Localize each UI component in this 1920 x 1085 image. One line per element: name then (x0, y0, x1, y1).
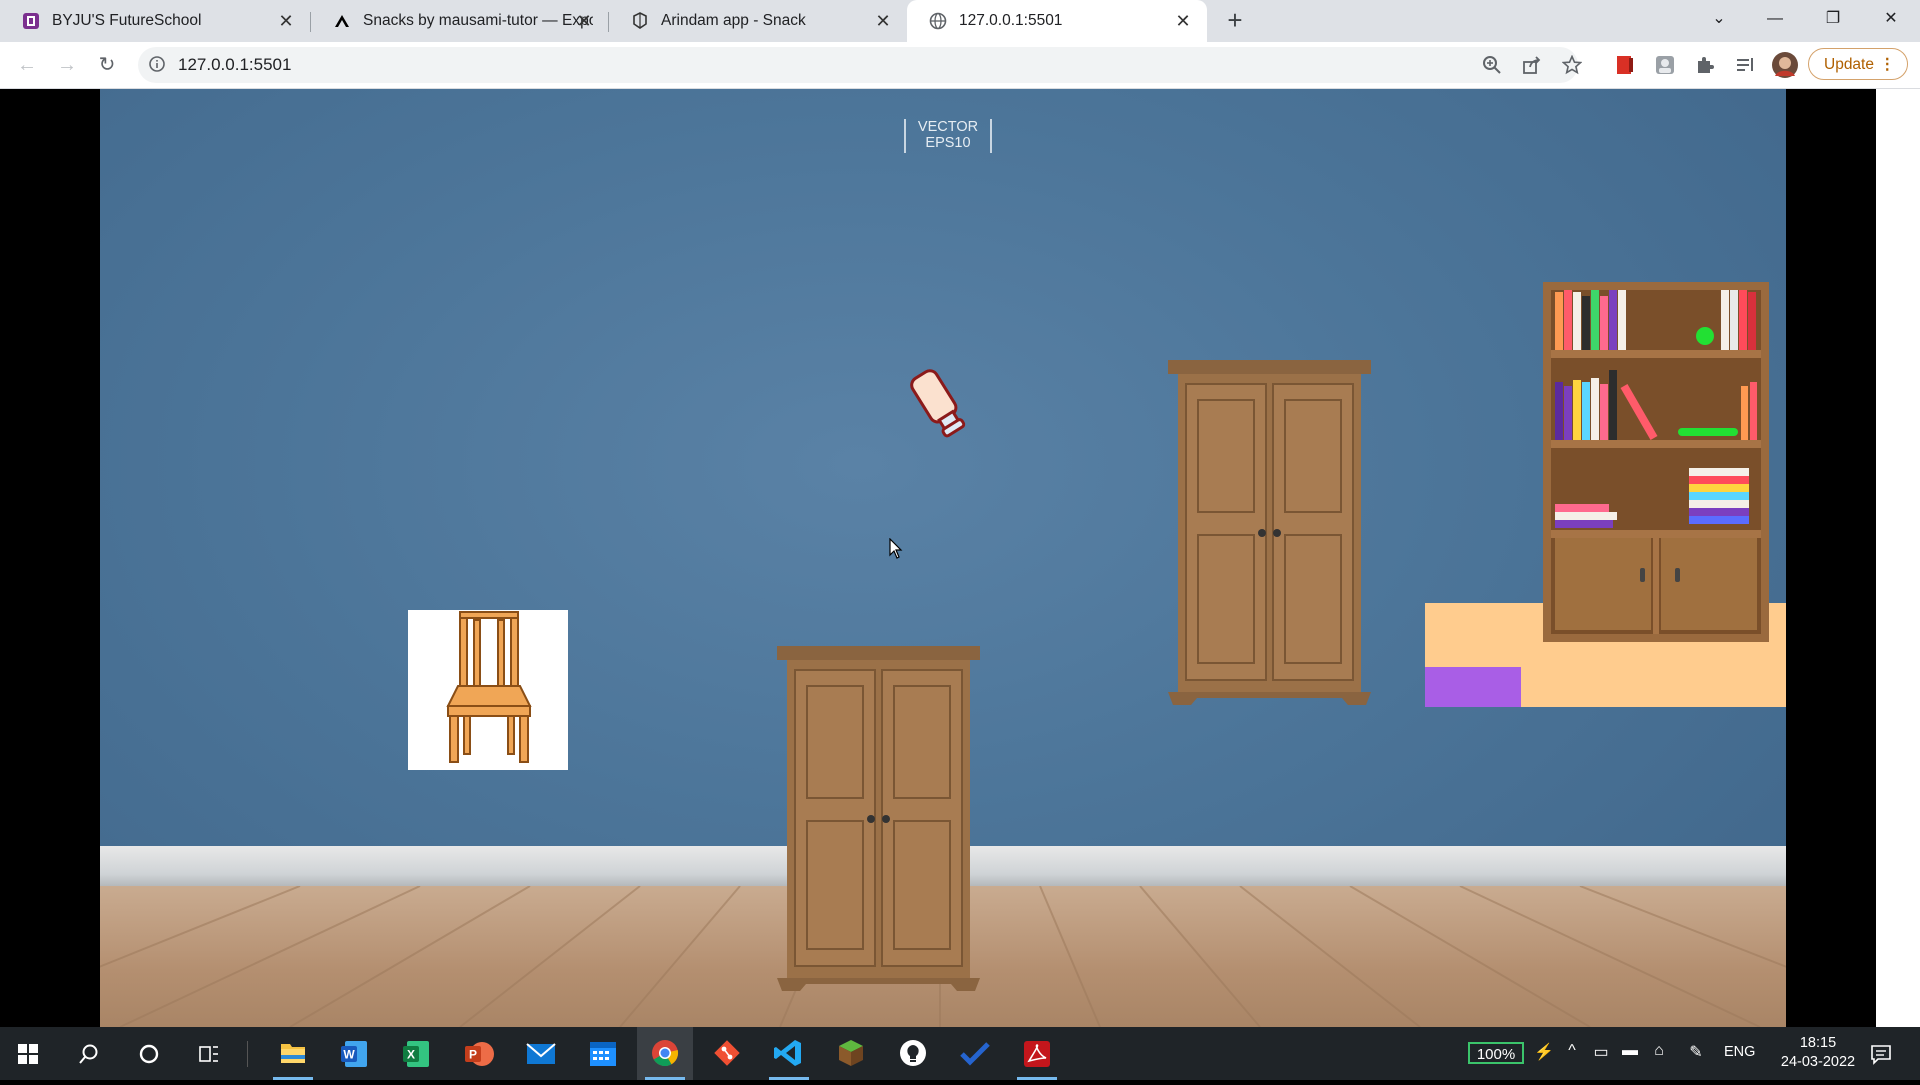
tab-title: 127.0.0.1:5501 (959, 12, 1063, 29)
extensions-puzzle-icon[interactable] (1695, 55, 1715, 75)
calendar-icon[interactable] (575, 1027, 631, 1080)
globe-icon (929, 12, 947, 30)
close-tab-icon[interactable]: ✕ (1173, 11, 1193, 31)
chair-drawing (446, 611, 532, 763)
file-explorer-icon[interactable] (265, 1027, 321, 1080)
task-view-icon[interactable] (198, 1043, 220, 1065)
minecraft-icon[interactable] (823, 1027, 879, 1080)
purple-box[interactable] (1425, 667, 1521, 707)
page-viewport: VECTOR EPS10 (0, 89, 1920, 1027)
pen-icon[interactable]: ✎ (1685, 1042, 1707, 1062)
chrome-icon[interactable] (637, 1027, 693, 1080)
update-label: Update (1824, 56, 1874, 73)
update-button[interactable]: Update ⋮ (1808, 48, 1908, 80)
svg-text:X: X (407, 1048, 415, 1062)
reload-icon[interactable]: ↻ (94, 52, 120, 78)
tab-title: Arindam app - Snack (661, 12, 806, 29)
close-tab-icon[interactable]: ✕ (873, 11, 893, 31)
milk-bottle[interactable] (906, 361, 976, 451)
tab-search-chevron-icon[interactable]: ⌄ (1696, 0, 1742, 38)
svg-text:P: P (469, 1048, 477, 1062)
more-menu-icon: ⋮ (1879, 56, 1896, 73)
mail-icon[interactable] (513, 1027, 569, 1080)
bookmark-star-icon[interactable] (1562, 55, 1582, 75)
extension-profile-icon[interactable] (1655, 55, 1675, 75)
chair[interactable] (408, 610, 568, 770)
excel-icon[interactable]: X (389, 1027, 445, 1080)
reading-list-icon[interactable] (1735, 55, 1755, 75)
windows-taskbar: W X P 100% ⚡ ^ ▭ ▬ ⌂ ✎ ENG 18:15 24-03-2… (0, 1027, 1920, 1080)
network-icon[interactable]: ⌂ (1648, 1042, 1670, 1060)
byjus-icon (23, 13, 39, 29)
close-tab-icon[interactable]: ✕ (276, 11, 296, 31)
url-text: 127.0.0.1:5501 (178, 55, 292, 74)
battery-percentage[interactable]: 100% (1468, 1042, 1524, 1064)
forward-arrow-icon[interactable]: → (54, 52, 80, 78)
snack-icon (633, 12, 647, 29)
todo-icon[interactable] (947, 1027, 1003, 1080)
mouse-cursor (889, 538, 903, 559)
back-arrow-icon[interactable]: ← (14, 52, 40, 78)
tab-title: BYJU'S FutureSchool (52, 12, 202, 29)
close-window-button[interactable]: ✕ (1868, 0, 1914, 38)
watermark-line2: EPS10 (925, 135, 971, 151)
address-bar[interactable]: 127.0.0.1:5501 (138, 47, 1582, 83)
bulb-app-icon[interactable] (885, 1027, 941, 1080)
new-tab-button[interactable]: + (1222, 7, 1248, 34)
notifications-icon[interactable] (1870, 1043, 1892, 1065)
power-plug-icon[interactable]: ⚡ (1533, 1042, 1555, 1062)
svg-text:W: W (343, 1048, 355, 1062)
tab-strip: BYJU'S FutureSchool ✕ Snacks by mausami-… (0, 0, 1920, 42)
clock-time: 18:15 (1799, 1035, 1837, 1051)
chevron-up-icon[interactable]: ^ (1561, 1042, 1583, 1060)
browser-toolbar: ← → ↻ 127.0.0.1:5501 Update ⋮ (0, 42, 1920, 89)
bookshelf[interactable] (1543, 282, 1769, 642)
minimize-button[interactable]: — (1752, 0, 1798, 38)
tab-byjus[interactable]: BYJU'S FutureSchool ✕ (0, 0, 310, 42)
zoom-icon[interactable] (1482, 55, 1502, 75)
battery-icon[interactable]: ▬ (1619, 1042, 1641, 1060)
wardrobe-upper[interactable] (1168, 360, 1371, 705)
game-canvas[interactable]: VECTOR EPS10 (100, 89, 1786, 1027)
meet-now-icon[interactable]: ▭ (1590, 1042, 1612, 1062)
wardrobe-lower[interactable] (777, 646, 980, 991)
avatar[interactable] (1771, 51, 1799, 79)
search-icon[interactable] (78, 1043, 100, 1065)
git-icon[interactable] (699, 1027, 755, 1080)
tab-localhost[interactable]: 127.0.0.1:5501 ✕ (907, 0, 1207, 42)
tab-title: Snacks by mausami-tutor — Expo (363, 12, 593, 29)
tab-expo-snacks[interactable]: Snacks by mausami-tutor — Expo ✕ (311, 0, 608, 42)
taskbar-divider (247, 1041, 248, 1067)
word-icon[interactable]: W (327, 1027, 383, 1080)
close-tab-icon[interactable]: ✕ (574, 11, 594, 31)
extension-red-icon[interactable] (1615, 55, 1635, 75)
language-indicator[interactable]: ENG (1724, 1044, 1755, 1060)
tab-arindam-snack[interactable]: Arindam app - Snack ✕ (609, 0, 907, 42)
windows-start-icon[interactable] (18, 1044, 38, 1064)
vector-watermark: VECTOR EPS10 (904, 119, 992, 153)
expo-icon (335, 15, 349, 27)
acrobat-icon[interactable] (1009, 1027, 1065, 1080)
clock[interactable]: 18:15 24-03-2022 (1768, 1034, 1868, 1072)
watermark-line1: VECTOR (917, 119, 979, 135)
site-info-icon[interactable] (148, 55, 166, 73)
powerpoint-icon[interactable]: P (451, 1027, 507, 1080)
restore-button[interactable]: ❐ (1810, 0, 1856, 38)
cortana-icon[interactable] (138, 1043, 160, 1065)
share-icon[interactable] (1522, 55, 1542, 75)
clock-date: 24-03-2022 (1780, 1054, 1856, 1070)
vscode-icon[interactable] (761, 1027, 817, 1080)
